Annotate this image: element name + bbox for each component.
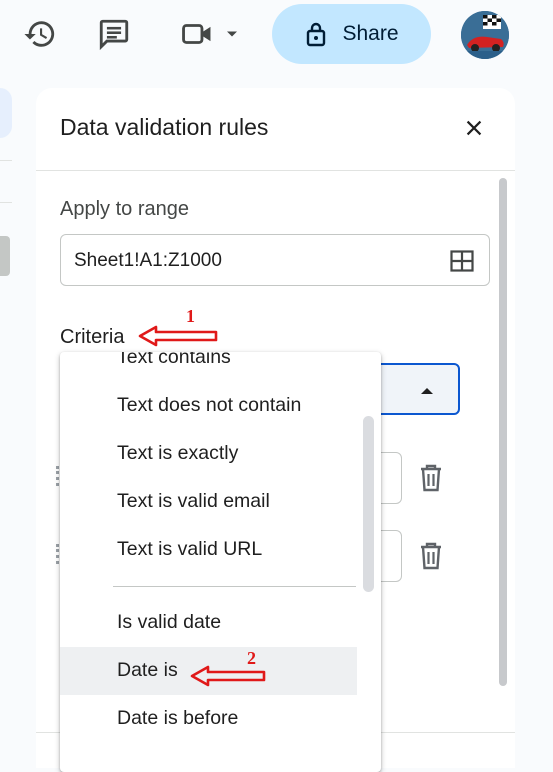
apply-range-label: Apply to range (60, 198, 189, 220)
avatar[interactable] (461, 11, 509, 59)
menu-scrollbar[interactable] (363, 416, 374, 592)
trash-icon (421, 464, 441, 492)
menu-item-label: Date is (117, 659, 178, 681)
lock-icon (307, 22, 326, 47)
menu-item-label: Text contains (117, 352, 231, 368)
share-label: Share (342, 22, 399, 45)
annotation-label-2: 2 (247, 648, 256, 668)
menu-item[interactable]: Text is valid URL (60, 526, 357, 574)
menu-item-label: Text is valid email (117, 490, 270, 512)
menu-item[interactable]: Text is valid email (60, 478, 357, 526)
criteria-label: Criteria (60, 326, 125, 348)
menu-item-label: Text is valid URL (117, 538, 263, 560)
menu-item[interactable]: Text does not contain (60, 382, 357, 430)
menu-item-label: Text does not contain (117, 394, 302, 416)
sheet-grid-line (0, 160, 12, 161)
sheet-edge (0, 88, 12, 138)
menu-item[interactable]: Date is before (60, 695, 357, 743)
chevron-down-icon (227, 31, 237, 37)
menu-item[interactable]: Is valid date (60, 599, 357, 647)
panel-title: Data validation rules (60, 114, 269, 140)
delete-button[interactable] (416, 462, 446, 494)
delete-button[interactable] (416, 540, 446, 572)
annotation-arrow-1 (138, 325, 218, 347)
menu-item-label: Is valid date (117, 611, 222, 633)
history-icon (24, 21, 55, 47)
panel-scrollbar[interactable] (499, 178, 507, 686)
menu-divider (113, 586, 356, 587)
grid-icon (450, 250, 474, 272)
menu-item[interactable]: Text contains (60, 352, 357, 382)
select-range-button[interactable] (448, 248, 476, 274)
meet-button[interactable] (176, 16, 246, 52)
chevron-up-icon (420, 383, 434, 401)
criteria-dropdown[interactable] (370, 363, 460, 415)
annotation-label-1: 1 (186, 306, 195, 326)
trash-icon (421, 542, 441, 570)
sheet-grid-line (0, 202, 12, 203)
close-button[interactable] (458, 112, 490, 144)
menu-item[interactable]: Text is exactly (60, 430, 357, 478)
avatar-image (461, 11, 509, 59)
range-value: Sheet1!A1:Z1000 (74, 250, 222, 271)
menu-item-label: Date is before (117, 707, 239, 729)
criteria-menu: Text contains Text does not contain Text… (60, 352, 381, 772)
annotation-arrow-2 (190, 665, 266, 687)
sheet-scroll-thumb[interactable] (0, 236, 10, 276)
video-call-icon (182, 24, 211, 44)
close-icon (466, 120, 482, 136)
comment-icon (99, 19, 129, 51)
share-button[interactable]: Share (272, 4, 431, 64)
header-divider (36, 170, 515, 171)
version-history-button[interactable] (20, 16, 60, 52)
menu-item-label: Text is exactly (117, 442, 239, 464)
comments-button[interactable] (94, 16, 134, 52)
